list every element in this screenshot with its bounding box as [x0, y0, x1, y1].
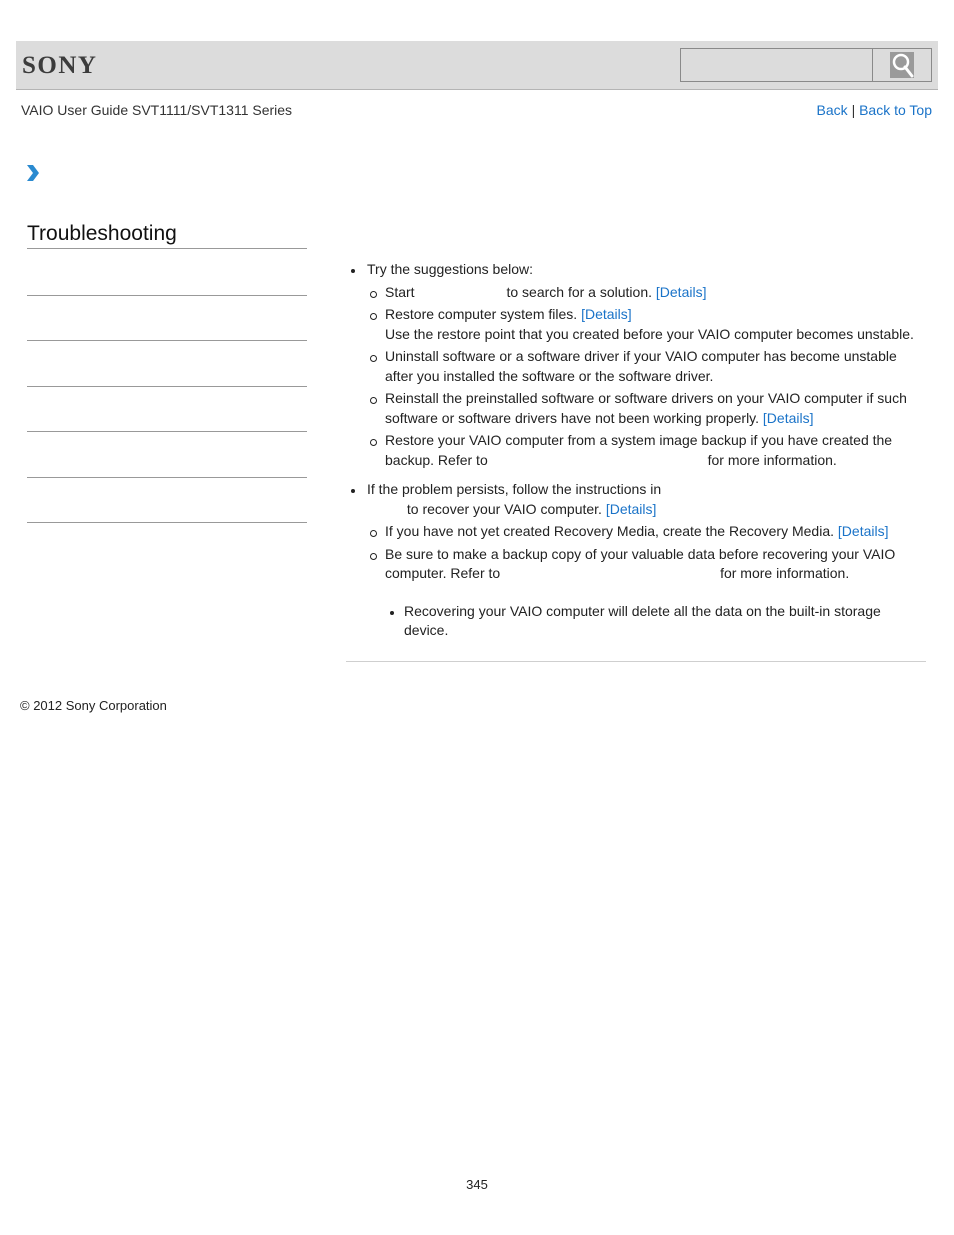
sidebar-divider: [27, 522, 307, 523]
details-link[interactable]: [Details]: [581, 306, 632, 322]
sub-list-item: Reinstall the preinstalled software or s…: [367, 389, 926, 428]
sidebar-divider: [27, 431, 307, 432]
list-item: Try the suggestions below: Start to sear…: [346, 260, 926, 470]
search-input[interactable]: [680, 48, 872, 82]
search-button[interactable]: [872, 48, 932, 82]
sidebar-divider: [27, 386, 307, 387]
header-bar: SONY: [16, 41, 938, 90]
sub-list-item: Uninstall software or a software driver …: [367, 347, 926, 386]
copyright: © 2012 Sony Corporation: [20, 698, 167, 713]
main-content: Try the suggestions below: Start to sear…: [346, 260, 926, 651]
top-links: Back | Back to Top: [817, 102, 932, 118]
back-to-top-link[interactable]: Back to Top: [859, 102, 932, 118]
sub-list-item: Be sure to make a backup copy of your va…: [367, 545, 926, 584]
details-link[interactable]: [Details]: [656, 284, 707, 300]
sidebar-title: Troubleshooting: [27, 222, 307, 249]
note-item: Recovering your VAIO computer will delet…: [385, 602, 926, 641]
details-link[interactable]: [Details]: [838, 523, 889, 539]
chevron-right-icon[interactable]: [26, 164, 40, 182]
page-number: 345: [466, 1177, 488, 1192]
details-link[interactable]: [Details]: [763, 410, 814, 426]
content-divider: [346, 661, 926, 662]
back-link[interactable]: Back: [817, 102, 848, 118]
sub-list-item: Restore computer system files. [Details]…: [367, 305, 926, 344]
sub-list-item: Start to search for a solution. [Details…: [367, 283, 926, 303]
link-separator: |: [851, 102, 856, 118]
sidebar-divider: [27, 340, 307, 341]
sidebar-divider: [27, 477, 307, 478]
list-item: If the problem persists, follow the inst…: [346, 480, 926, 641]
details-link[interactable]: [Details]: [606, 501, 657, 517]
sub-list-item: If you have not yet created Recovery Med…: [367, 522, 926, 542]
sony-logo: SONY: [22, 52, 98, 79]
search-icon: [890, 52, 914, 78]
guide-title: VAIO User Guide SVT1111/SVT1311 Series: [21, 102, 293, 118]
sidebar-divider: [27, 295, 307, 296]
sub-list-item: Restore your VAIO computer from a system…: [367, 431, 926, 470]
